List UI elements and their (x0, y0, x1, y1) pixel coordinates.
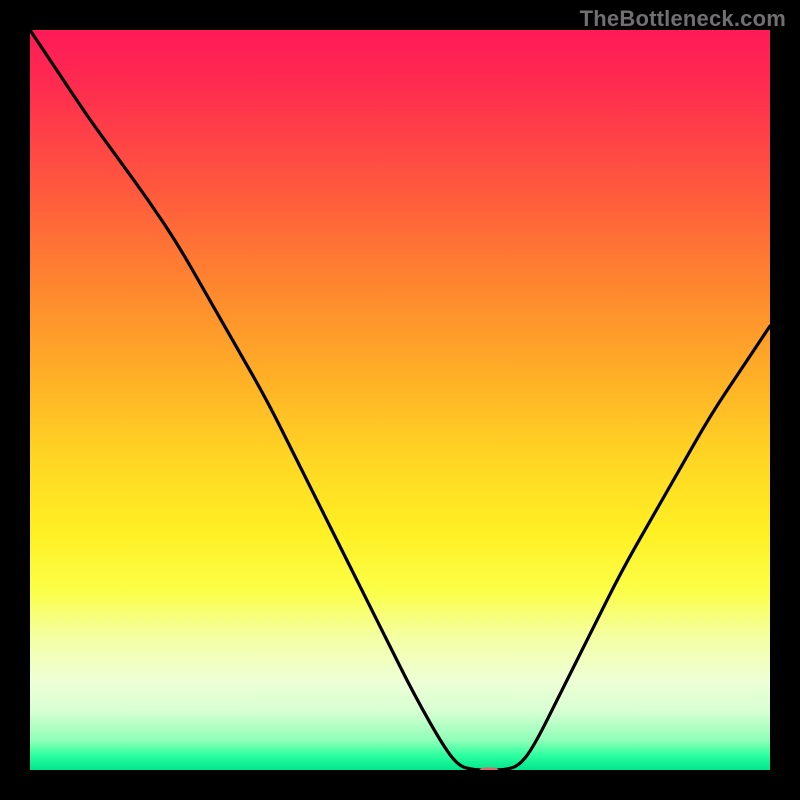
plot-area (30, 30, 770, 770)
bottleneck-curve (30, 30, 770, 770)
curve-path (30, 30, 770, 770)
optimal-point-marker (478, 767, 500, 770)
watermark-text: TheBottleneck.com (580, 6, 786, 32)
chart-frame: TheBottleneck.com (0, 0, 800, 800)
